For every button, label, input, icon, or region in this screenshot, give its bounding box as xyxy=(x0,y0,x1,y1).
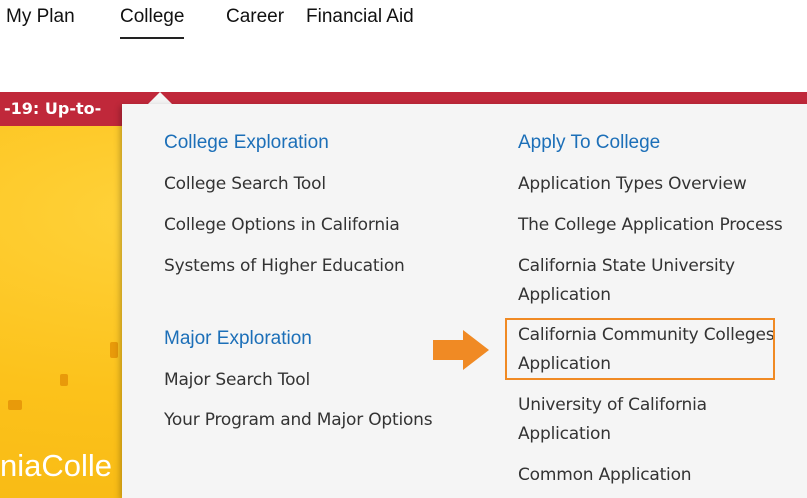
dropdown-caret xyxy=(148,92,172,104)
link-common-application[interactable]: Common Application xyxy=(518,461,692,490)
nav-item-my-plan[interactable]: My Plan xyxy=(6,6,75,28)
link-application-types-overview[interactable]: Application Types Overview xyxy=(518,170,747,199)
college-exploration-heading[interactable]: College Exploration xyxy=(164,132,329,154)
alert-text[interactable]: -19: Up-to- xyxy=(4,99,118,118)
nav-item-financial-aid[interactable]: Financial Aid xyxy=(306,6,414,28)
link-line: Application xyxy=(518,285,611,305)
hero-brand-text: niaColle xyxy=(0,448,113,483)
apply-to-college-heading[interactable]: Apply To College xyxy=(518,132,660,154)
nav-item-career[interactable]: Career xyxy=(226,6,284,28)
link-program-major-options[interactable]: Your Program and Major Options xyxy=(164,406,433,435)
link-major-search-tool[interactable]: Major Search Tool xyxy=(164,366,310,395)
hero-decoration xyxy=(8,400,22,410)
link-line: Application xyxy=(518,424,611,444)
link-college-application-process[interactable]: The College Application Process xyxy=(518,211,783,240)
link-college-search-tool[interactable]: College Search Tool xyxy=(164,170,326,199)
link-line: University of California xyxy=(518,395,707,415)
arrow-right-icon xyxy=(433,330,489,370)
major-exploration-heading[interactable]: Major Exploration xyxy=(164,328,312,350)
link-systems-higher-education[interactable]: Systems of Higher Education xyxy=(164,252,405,281)
link-uc-application[interactable]: University of California Application xyxy=(518,391,707,449)
college-dropdown-menu: College Exploration College Search Tool … xyxy=(122,104,807,498)
nav-item-college[interactable]: College xyxy=(120,6,185,39)
link-line: California State University xyxy=(518,256,735,276)
link-college-options-california[interactable]: College Options in California xyxy=(164,211,400,240)
link-csu-application[interactable]: California State University Application xyxy=(518,252,735,310)
hero-decoration xyxy=(60,374,68,386)
highlight-box xyxy=(505,318,775,380)
top-navigation: My Plan College Career Financial Aid xyxy=(0,0,807,92)
hero-decoration xyxy=(110,342,118,358)
